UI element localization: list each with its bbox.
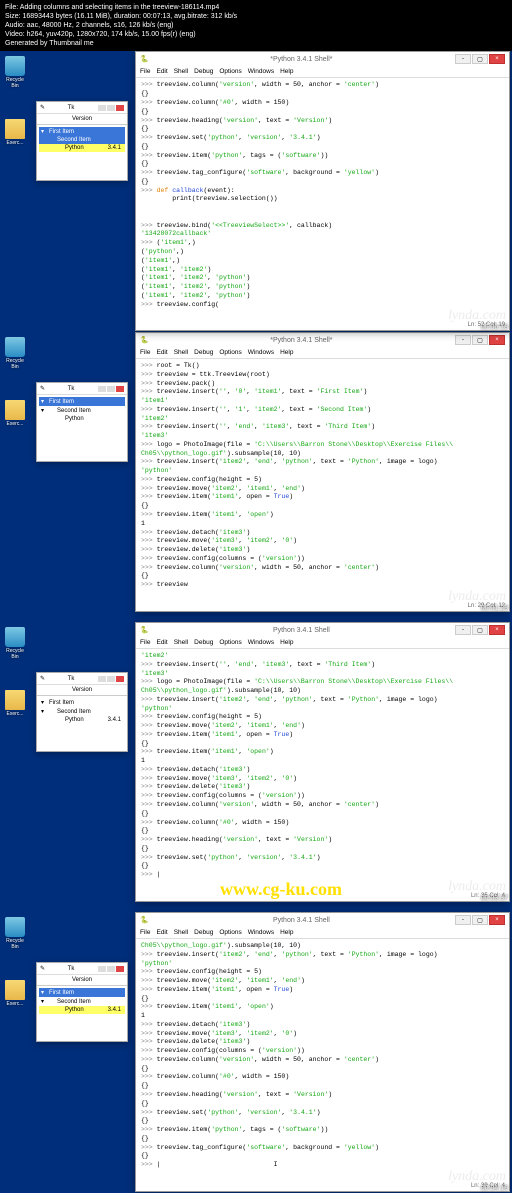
menu-file[interactable]: File <box>140 349 150 356</box>
meta-file: File: Adding columns and selecting items… <box>5 3 507 12</box>
menu-windows[interactable]: Windows <box>248 639 274 646</box>
tk-window[interactable]: ✎Tk Version ▾First Item▾Second ItemPytho… <box>36 672 128 752</box>
max-button[interactable] <box>107 386 115 392</box>
shell-titlebar: 🐍 *Python 3.4.1 Shell* - ▢ × <box>136 333 509 347</box>
tree-row[interactable]: Second Item <box>39 136 125 144</box>
recycle-bin-icon[interactable]: Recycle Bin <box>3 627 27 660</box>
python-shell: 🐍Python 3.4.1 Shell-▢× FileEditShellDebu… <box>135 622 510 902</box>
treeview[interactable]: ▾First ItemSecond ItemPython3.4.1 <box>37 125 127 154</box>
shell-body[interactable]: >>> treeview.column('version', width = 5… <box>136 78 509 326</box>
tree-row[interactable]: ▾First Item <box>39 988 125 997</box>
menu-edit[interactable]: Edit <box>156 929 167 936</box>
tree-row[interactable]: ▾Second Item <box>39 406 125 415</box>
meta-gen: Generated by Thumbnail me <box>5 39 507 48</box>
url-watermark: www.cg-ku.com <box>220 879 342 900</box>
python-shell: 🐍*Python 3.4.1 Shell*-▢× FileEditShellDe… <box>135 51 510 331</box>
menu-help[interactable]: Help <box>280 639 293 646</box>
close-button[interactable]: × <box>489 335 505 345</box>
treeview[interactable]: ▾First Item▾Second ItemPython3.4.1 <box>37 696 127 726</box>
python-shell: 🐍Python 3.4.1 Shell-▢× FileEditShellDebu… <box>135 912 510 1192</box>
tree-row[interactable]: Python3.4.1 <box>39 1006 125 1014</box>
menu-file[interactable]: File <box>140 639 150 646</box>
python-icon: 🐍 <box>140 336 149 344</box>
tk-titlebar: ✎Tk <box>37 383 127 395</box>
shell-body[interactable]: 'item2' >>> treeview.insert('', 'end', '… <box>136 649 509 897</box>
tree-row[interactable]: ▾First Item <box>39 397 125 406</box>
menu-options[interactable]: Options <box>219 68 241 75</box>
menu-shell[interactable]: Shell <box>174 639 188 646</box>
treeview[interactable]: ▾First Item▾Second ItemPython3.4.1 <box>37 986 127 1016</box>
watermark: lynda.com <box>448 589 506 605</box>
folder-icon[interactable]: Exerc... <box>3 119 27 146</box>
shell-title: *Python 3.4.1 Shell* <box>149 337 454 344</box>
thumbnail-3: Recycle Bin Exerc... ✎Tk Version ▾First I… <box>0 912 512 1193</box>
menu-windows[interactable]: Windows <box>248 349 274 356</box>
menu-edit[interactable]: Edit <box>156 639 167 646</box>
shell-body[interactable]: Ch05\\python_logo.gif').subsample(10, 10… <box>136 939 509 1187</box>
recycle-bin-icon[interactable]: Recycle Bin <box>3 917 27 950</box>
menu-shell[interactable]: Shell <box>174 929 188 936</box>
tree-row[interactable]: ▾Second Item <box>39 707 125 716</box>
tree-row[interactable]: Python3.4.1 <box>39 716 125 724</box>
menu-debug[interactable]: Debug <box>194 639 213 646</box>
menu-options[interactable]: Options <box>219 929 241 936</box>
python-shell: 🐍 *Python 3.4.1 Shell* - ▢ × File Edit She… <box>135 332 510 612</box>
menu-help[interactable]: Help <box>280 929 293 936</box>
thumbnail-1: Recycle Bin Exerc... ✎Tk ▾First Item▾Sec… <box>0 332 512 613</box>
menu-windows[interactable]: Windows <box>248 68 274 75</box>
meta-size: Size: 16893443 bytes (16.11 MiB), durati… <box>5 12 507 21</box>
recycle-bin-icon[interactable]: Recycle Bin <box>3 337 27 370</box>
max-button[interactable]: ▢ <box>472 335 488 345</box>
menu-windows[interactable]: Windows <box>248 929 274 936</box>
min-button[interactable] <box>98 386 106 392</box>
tree-row[interactable]: ▾Second Item <box>39 997 125 1006</box>
column-heading[interactable]: Version <box>37 685 127 696</box>
menu-edit[interactable]: Edit <box>156 349 167 356</box>
treeview[interactable]: ▾First Item▾Second ItemPython <box>37 395 127 425</box>
menu-debug[interactable]: Debug <box>194 68 213 75</box>
menu-options[interactable]: Options <box>219 349 241 356</box>
recycle-bin-icon[interactable]: Recycle Bin <box>3 56 27 89</box>
tk-window[interactable]: ✎Tk Version ▾First Item▾Second ItemPytho… <box>36 962 128 1042</box>
folder-icon[interactable]: Exerc... <box>3 690 27 717</box>
menu-help[interactable]: Help <box>280 68 293 75</box>
tree-row[interactable]: Python <box>39 415 125 423</box>
folder-icon[interactable]: Exerc... <box>3 980 27 1007</box>
tree-row[interactable]: ▾First Item <box>39 698 125 707</box>
tk-window[interactable]: ✎Tk Version ▾First ItemSecond ItemPython… <box>36 101 128 181</box>
shell-body[interactable]: >>> root = Tk() >>> treeview = ttk.Treev… <box>136 359 509 607</box>
timestamp: 00:01:29 <box>481 605 508 612</box>
folder-icon[interactable]: Exerc... <box>3 400 27 427</box>
tree-row[interactable]: ▾First Item <box>39 127 125 136</box>
menu-debug[interactable]: Debug <box>194 349 213 356</box>
thumbnail-4: Recycle Bin Exerc... ✎Tk Version ▾First I… <box>0 51 512 332</box>
menu-file[interactable]: File <box>140 929 150 936</box>
menu-help[interactable]: Help <box>280 349 293 356</box>
shell-menu[interactable]: File Edit Shell Debug Options Windows Help <box>136 347 509 359</box>
menu-shell[interactable]: Shell <box>174 349 188 356</box>
thumbnail-2: Recycle Bin Exerc... ✎Tk Version ▾First I… <box>0 622 512 903</box>
tree-row[interactable]: Python3.4.1 <box>39 144 125 152</box>
meta-header: File: Adding columns and selecting items… <box>0 0 512 51</box>
tk-window[interactable]: ✎Tk ▾First Item▾Second ItemPython <box>36 382 128 462</box>
meta-video: Video: h264, yuv420p, 1280x720, 174 kb/s… <box>5 30 507 39</box>
min-button[interactable]: - <box>455 335 471 345</box>
desktop-icons: Recycle Bin Exerc... <box>3 337 27 427</box>
menu-edit[interactable]: Edit <box>156 68 167 75</box>
menu-shell[interactable]: Shell <box>174 68 188 75</box>
meta-audio: Audio: aac, 48000 Hz, 2 channels, s16, 1… <box>5 21 507 30</box>
close-button[interactable] <box>116 386 124 392</box>
menu-options[interactable]: Options <box>219 639 241 646</box>
menu-file[interactable]: File <box>140 68 150 75</box>
menu-debug[interactable]: Debug <box>194 929 213 936</box>
